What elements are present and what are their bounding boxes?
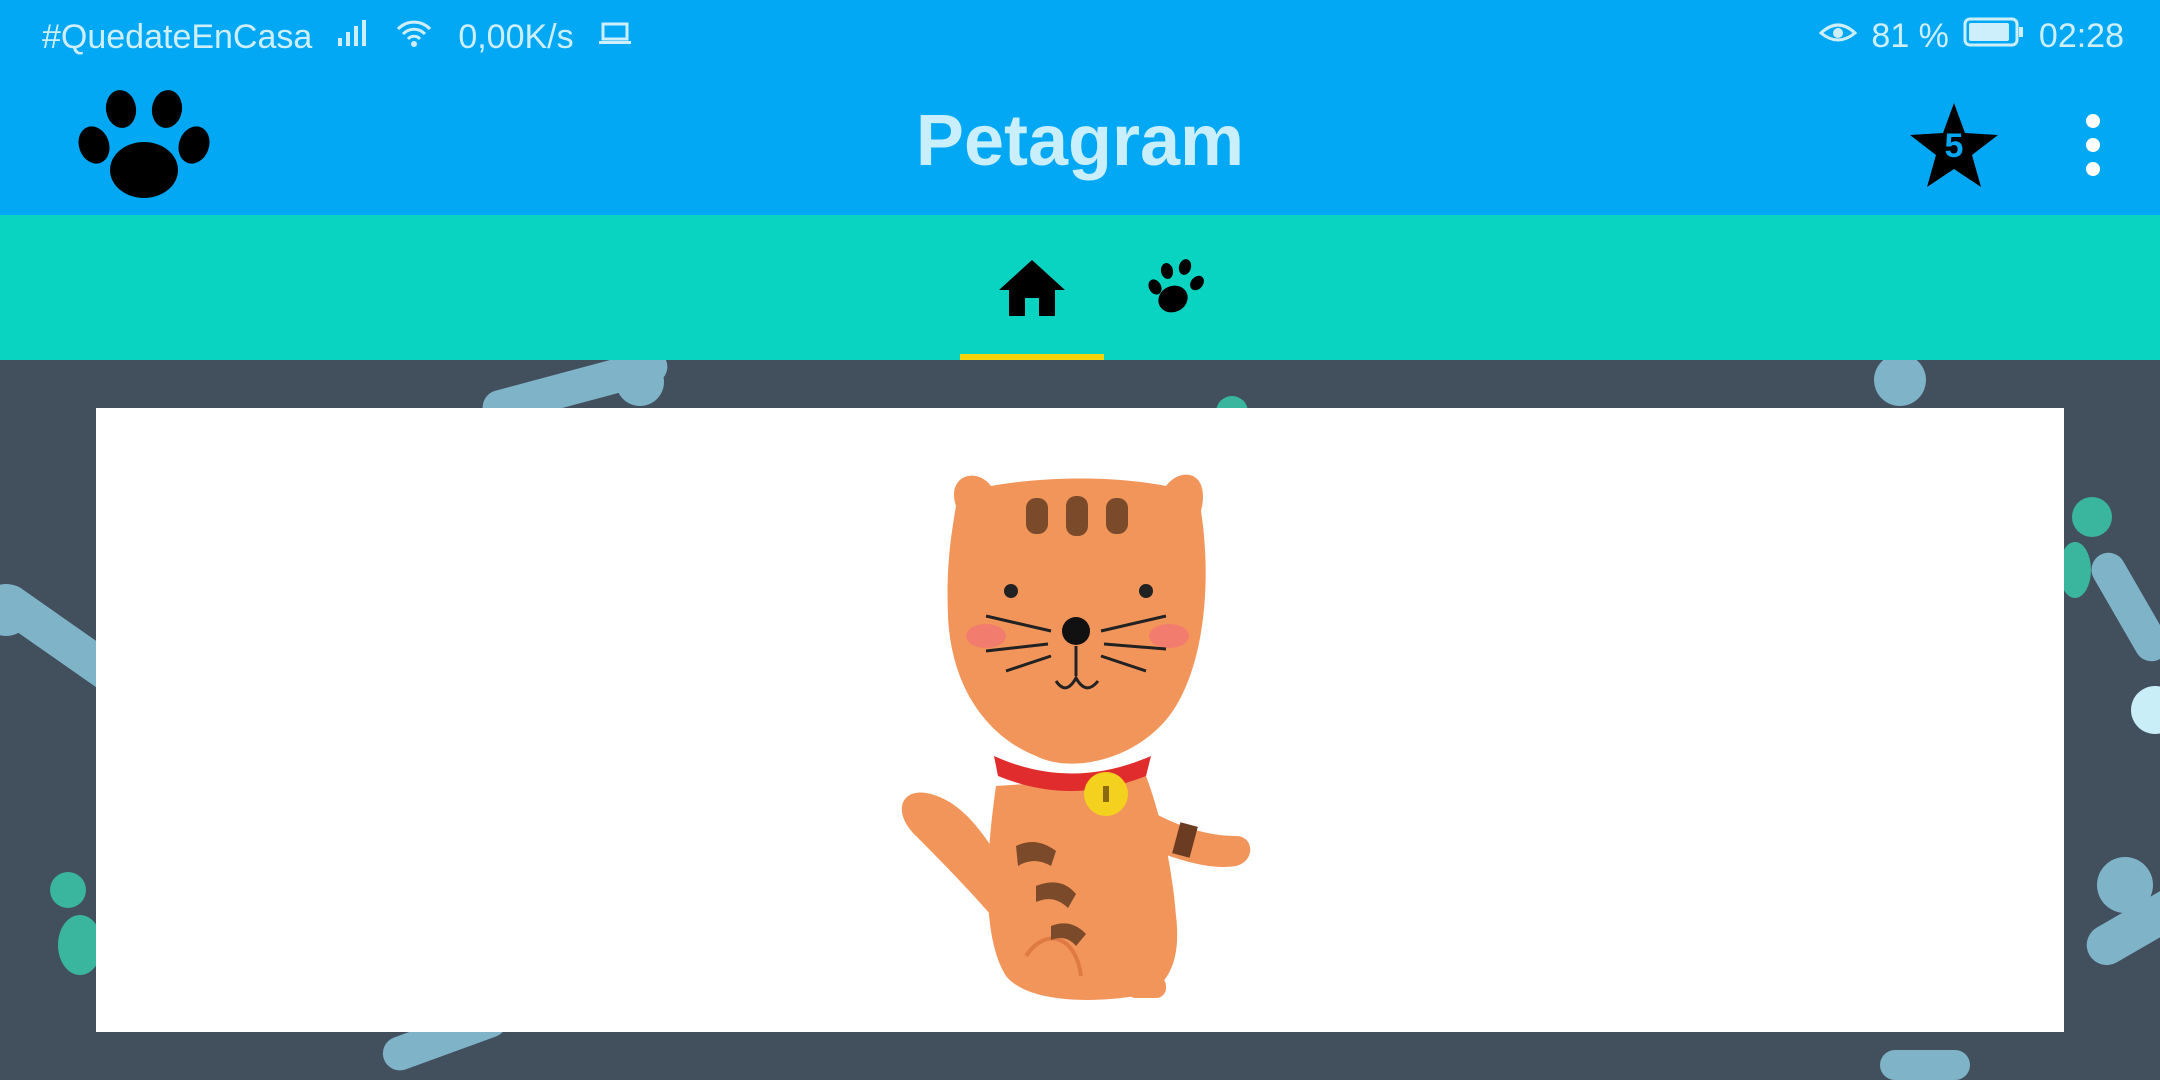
cat-illustration [901,474,1251,1000]
signal-icon [336,18,370,57]
tab-bar [0,215,2160,360]
status-bar: #QuedateEnCasa 0,00K/s 81 % 02:28 [0,0,2160,76]
paw-icon [1148,258,1204,312]
tab-profile[interactable] [1104,215,1248,360]
favorites-star-button[interactable]: 5 [1908,101,2000,189]
battery-icon [1963,17,2025,56]
more-vert-icon[interactable] [2078,109,2108,181]
network-speed-text: 0,00K/s [458,18,574,56]
favorites-count: 5 [1944,127,1964,165]
laptop-icon [598,18,632,57]
eye-icon [1819,17,1858,56]
content-area [0,360,2160,1080]
wifi-icon [394,17,434,58]
pet-card[interactable] [96,408,2064,1032]
tab-home[interactable] [960,215,1104,360]
time-text: 02:28 [2038,17,2124,55]
hashtag-text: #QuedateEnCasa [42,18,313,56]
app-title: Petagram [915,101,1245,181]
home-icon [999,259,1065,316]
app-bar: Petagram 5 [0,76,2160,215]
battery-percent-text: 81 % [1871,17,1949,55]
